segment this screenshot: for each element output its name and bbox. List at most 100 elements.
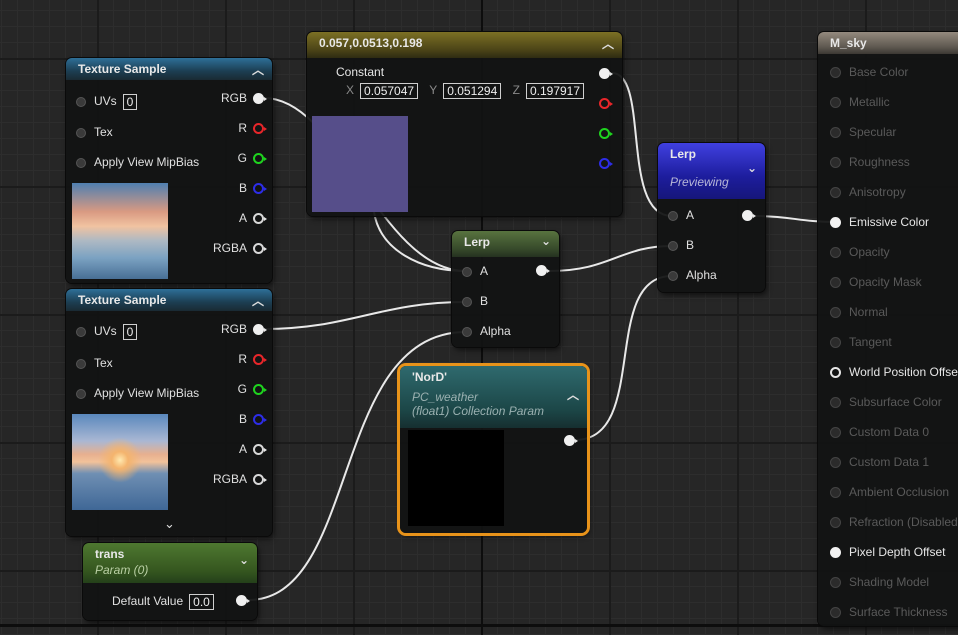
input-pin-icon[interactable]: [76, 326, 86, 337]
input-pin-icon[interactable]: [830, 277, 841, 289]
input-pin-icon[interactable]: [830, 367, 841, 379]
collapse-chevron-icon[interactable]: ︿: [567, 386, 579, 403]
node-header[interactable]: M_sky: [818, 32, 958, 54]
lerp-node-2[interactable]: Lerp Previewing ⌄ A B Alpha: [658, 143, 765, 292]
material-pin-surface-thickness[interactable]: Surface Thickness: [830, 602, 948, 632]
material-pin-metallic[interactable]: Metallic: [830, 92, 890, 122]
collection-parameter-node[interactable]: 'NorD' PC_weather (float1) Collection Pa…: [400, 366, 587, 533]
collapse-chevron-icon[interactable]: ⌄: [747, 161, 757, 175]
material-pin-opacity[interactable]: Opacity: [830, 242, 890, 272]
material-pin-custom-data-0[interactable]: Custom Data 0: [830, 422, 929, 452]
x-value-field[interactable]: 0.057047: [360, 83, 419, 99]
input-a[interactable]: A: [462, 261, 488, 281]
texture-sample-node-1[interactable]: Texture Sample ︿ UVs 0 Tex Apply View Mip…: [66, 58, 272, 283]
tex-input[interactable]: Tex: [76, 122, 113, 142]
y-value-field[interactable]: 0.051294: [443, 83, 502, 99]
expand-chevron-icon[interactable]: ⌄: [164, 516, 175, 532]
output-r-pin-icon[interactable]: [599, 98, 613, 109]
output-pin-icon[interactable]: [253, 243, 267, 255]
input-pin-icon[interactable]: [76, 96, 86, 107]
input-pin-icon[interactable]: [668, 240, 678, 251]
material-pin-shading-model[interactable]: Shading Model: [830, 572, 929, 602]
input-pin-icon[interactable]: [830, 457, 841, 469]
node-header[interactable]: Texture Sample ︿: [66, 58, 272, 80]
output-pin-icon[interactable]: [253, 183, 267, 195]
output-pin-icon[interactable]: [253, 444, 267, 456]
material-pin-opacity-mask[interactable]: Opacity Mask: [830, 272, 922, 302]
input-pin-icon[interactable]: [830, 547, 841, 559]
uvs-input[interactable]: UVs 0: [76, 91, 138, 111]
output-pin-icon[interactable]: [253, 123, 267, 135]
input-pin-icon[interactable]: [76, 127, 86, 138]
output-pin-icon[interactable]: [253, 324, 267, 336]
output-b[interactable]: B: [239, 409, 267, 429]
collapse-chevron-icon[interactable]: ︿: [252, 292, 264, 309]
input-pin-icon[interactable]: [830, 487, 841, 499]
collapse-chevron-icon[interactable]: ︿: [252, 61, 264, 78]
material-pin-world-position-offset[interactable]: World Position Offset: [830, 362, 958, 392]
output-rgba[interactable]: RGBA: [213, 238, 267, 258]
input-pin-icon[interactable]: [830, 427, 841, 439]
z-value-field[interactable]: 0.197917: [525, 83, 585, 99]
input-pin-icon[interactable]: [830, 97, 841, 109]
input-pin-icon[interactable]: [668, 210, 678, 221]
output-g-pin-icon[interactable]: [599, 128, 613, 139]
output-pin-icon[interactable]: [564, 435, 578, 446]
material-pin-emissive-color[interactable]: Emissive Color: [830, 212, 929, 242]
material-pin-tangent[interactable]: Tangent: [830, 332, 892, 362]
output-pin-icon[interactable]: [253, 93, 267, 105]
material-pin-roughness[interactable]: Roughness: [830, 152, 910, 182]
output-b[interactable]: B: [239, 178, 267, 198]
input-pin-icon[interactable]: [76, 388, 86, 399]
material-result-node[interactable]: M_sky Base Color Metallic Specular Roughnes…: [818, 32, 958, 626]
input-b[interactable]: B: [668, 235, 694, 255]
scalar-parameter-node[interactable]: trans Param (0) ⌄ Default Value 0.0: [83, 543, 257, 620]
output-pin-icon[interactable]: [742, 210, 756, 221]
output-pin-icon[interactable]: [536, 265, 550, 276]
input-pin-icon[interactable]: [830, 247, 841, 259]
output-pin-icon[interactable]: [599, 68, 613, 79]
output-rgba[interactable]: RGBA: [213, 469, 267, 489]
input-alpha[interactable]: Alpha: [668, 265, 717, 285]
texture-sample-node-2[interactable]: Texture Sample ︿ UVs 0 Tex Apply View Mip…: [66, 289, 272, 536]
input-pin-icon[interactable]: [76, 358, 86, 369]
input-pin-icon[interactable]: [830, 187, 841, 199]
output-r[interactable]: R: [238, 118, 267, 138]
input-pin-icon[interactable]: [830, 577, 841, 589]
output-rgb[interactable]: RGB: [221, 88, 267, 108]
input-pin-icon[interactable]: [830, 67, 841, 79]
input-a[interactable]: A: [668, 205, 694, 225]
input-b[interactable]: B: [462, 291, 488, 311]
input-pin-icon[interactable]: [830, 157, 841, 169]
output-a[interactable]: A: [239, 208, 267, 228]
output-pin-icon[interactable]: [253, 354, 267, 366]
material-pin-refraction-disabled[interactable]: Refraction (Disabled): [830, 512, 958, 542]
output-pin-icon[interactable]: [253, 384, 267, 396]
output-rgb[interactable]: RGB: [221, 319, 267, 339]
output-r[interactable]: R: [238, 349, 267, 369]
input-pin-icon[interactable]: [668, 270, 678, 281]
material-pin-specular[interactable]: Specular: [830, 122, 896, 152]
collapse-chevron-icon[interactable]: ⌄: [541, 234, 551, 248]
tex-input[interactable]: Tex: [76, 353, 113, 373]
output-pin-icon[interactable]: [253, 414, 267, 426]
input-pin-icon[interactable]: [830, 307, 841, 319]
uvs-value-field[interactable]: 0: [122, 93, 138, 110]
output-pin-icon[interactable]: [253, 474, 267, 486]
material-pin-custom-data-1[interactable]: Custom Data 1: [830, 452, 929, 482]
material-pin-ambient-occlusion[interactable]: Ambient Occlusion: [830, 482, 949, 512]
input-pin-icon[interactable]: [462, 266, 472, 277]
node-header[interactable]: Texture Sample ︿: [66, 289, 272, 311]
default-value-field[interactable]: 0.0: [189, 593, 214, 610]
mipbias-input[interactable]: Apply View MipBias: [76, 152, 199, 172]
uvs-value-field[interactable]: 0: [122, 323, 138, 340]
material-pin-anisotropy[interactable]: Anisotropy: [830, 182, 906, 212]
material-pin-subsurface-color[interactable]: Subsurface Color: [830, 392, 942, 422]
mipbias-input[interactable]: Apply View MipBias: [76, 383, 199, 403]
node-header[interactable]: trans Param (0) ⌄: [83, 543, 257, 583]
input-pin-icon[interactable]: [830, 337, 841, 349]
node-header[interactable]: 0.057,0.0513,0.198 ︿: [307, 32, 622, 58]
node-header[interactable]: 'NorD' PC_weather (float1) Collection Pa…: [400, 366, 587, 428]
input-pin-icon[interactable]: [462, 326, 472, 337]
node-header[interactable]: Lerp Previewing ⌄: [658, 143, 765, 199]
